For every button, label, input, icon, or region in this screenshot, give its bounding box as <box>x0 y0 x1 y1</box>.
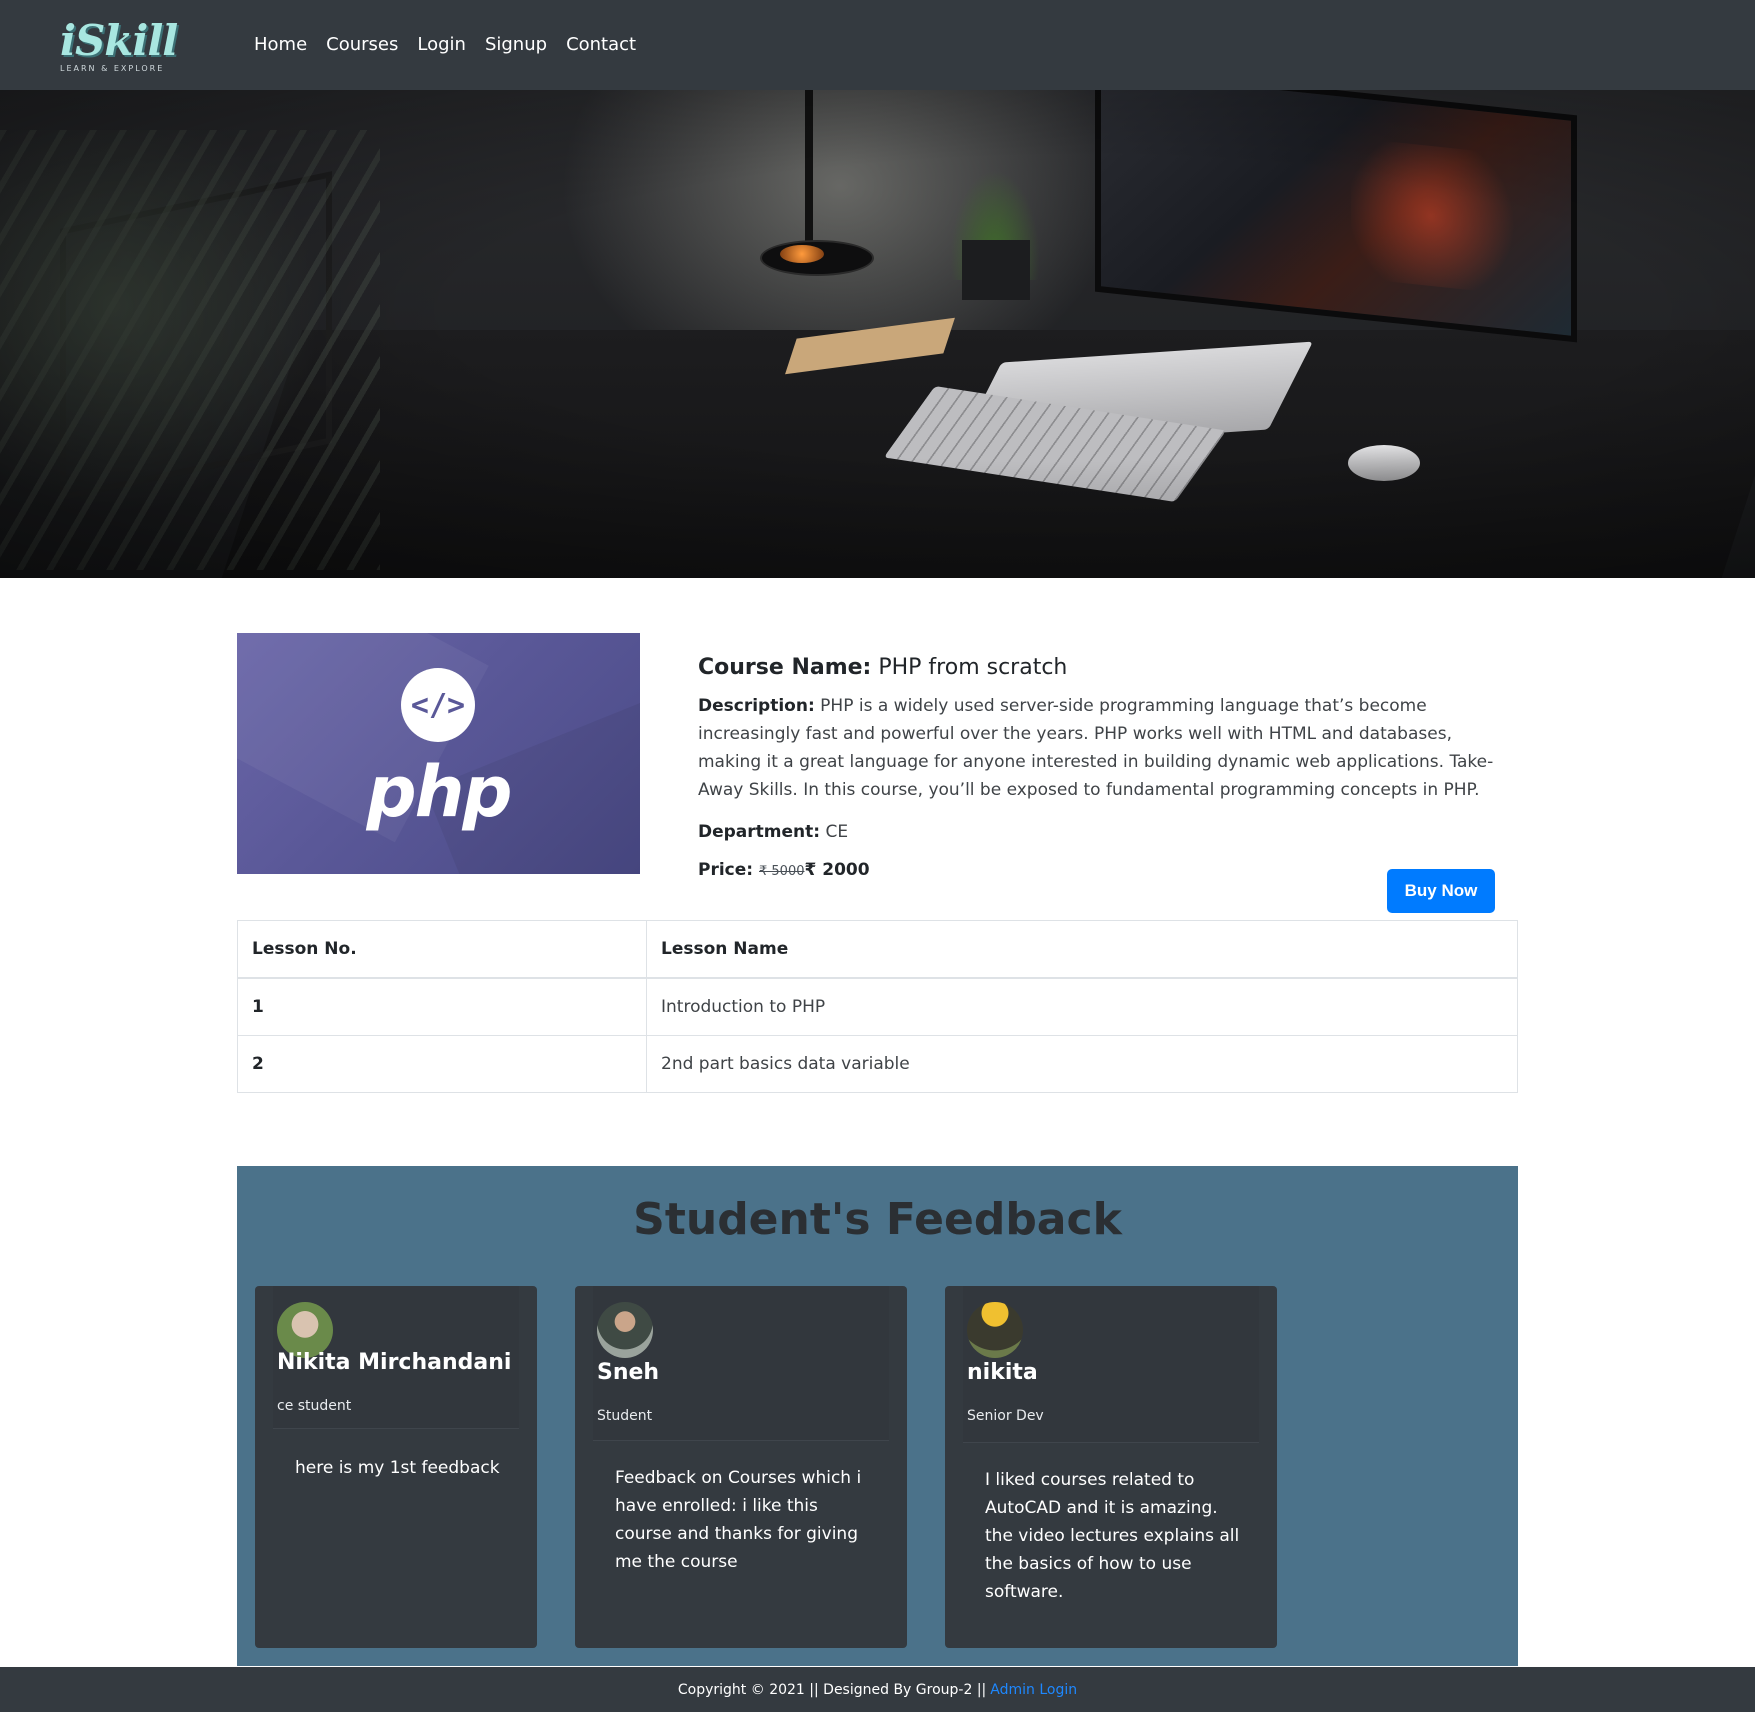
admin-login-link[interactable]: Admin Login <box>990 1682 1077 1698</box>
code-icon: </> <box>401 668 475 742</box>
course-description: Description: PHP is a widely used server… <box>698 696 1494 800</box>
brand-tagline: LEARN & EXPLORE <box>60 64 165 73</box>
lesson-no: 2 <box>237 1035 647 1093</box>
course-price: Price: ₹ 5000₹ 2000 <box>698 860 870 880</box>
nav-contact[interactable]: Contact <box>566 34 636 55</box>
feedback-text: here is my 1st feedback <box>295 1458 500 1478</box>
column-header-lesson-name: Lesson Name <box>646 920 1518 979</box>
hero-banner-image <box>0 90 1755 578</box>
course-info: Course Name: PHP from scratch Descriptio… <box>698 655 1498 880</box>
column-header-lesson-no: Lesson No. <box>237 920 647 979</box>
feedback-name: Nikita Mirchandani <box>277 1350 512 1375</box>
brand-name: iSkill <box>60 16 178 65</box>
avatar <box>967 1302 1023 1358</box>
feedback-role: ce student <box>277 1398 352 1414</box>
current-price: ₹ 2000 <box>804 860 870 880</box>
course-department: Department: CE <box>698 822 849 842</box>
feedback-title: Student's Feedback <box>633 1194 1122 1245</box>
buy-now-button[interactable]: Buy Now <box>1387 869 1495 913</box>
footer-copyright: Copyright © 2021 || Designed By Group-2 … <box>677 1681 987 1698</box>
course-title: Course Name: PHP from scratch <box>698 655 1068 680</box>
feedback-role: Senior Dev <box>967 1408 1044 1424</box>
php-logo-text: php <box>366 751 512 833</box>
lesson-name: 2nd part basics data variable <box>646 1035 1518 1093</box>
feedback-section: Student's Feedback Nikita Mirchandani ce… <box>237 1166 1518 1666</box>
table-row: 1 Introduction to PHP <box>237 977 1518 1036</box>
feedback-card: nikita Senior Dev I liked courses relate… <box>945 1286 1277 1648</box>
lesson-no: 1 <box>237 977 647 1036</box>
footer: Copyright © 2021 || Designed By Group-2 … <box>0 1667 1755 1712</box>
lesson-name: Introduction to PHP <box>646 977 1518 1036</box>
feedback-role: Student <box>597 1408 653 1424</box>
table-row: 2 2nd part basics data variable <box>237 1035 1518 1093</box>
feedback-card: Nikita Mirchandani ce student here is my… <box>255 1286 537 1648</box>
nav-home[interactable]: Home <box>254 34 307 55</box>
nav-courses[interactable]: Courses <box>326 34 398 55</box>
navbar: iSkill LEARN & EXPLORE Home Courses Logi… <box>0 0 1755 90</box>
nav-signup[interactable]: Signup <box>485 34 547 55</box>
avatar <box>597 1302 653 1358</box>
feedback-name: nikita <box>967 1360 1038 1385</box>
feedback-text: Feedback on Courses which i have enrolle… <box>615 1468 862 1572</box>
nav-login[interactable]: Login <box>417 34 466 55</box>
feedback-text: I liked courses related to AutoCAD and i… <box>985 1470 1240 1602</box>
main-nav: Home Courses Login Signup Contact <box>254 34 636 55</box>
brand-logo[interactable]: iSkill LEARN & EXPLORE <box>58 14 178 78</box>
course-thumbnail: </> php <box>237 633 640 874</box>
feedback-name: Sneh <box>597 1360 660 1385</box>
course-name: PHP from scratch <box>878 655 1068 680</box>
lesson-table: Lesson No. Lesson Name 1 Introduction to… <box>237 920 1518 1093</box>
table-header-row: Lesson No. Lesson Name <box>237 920 1518 979</box>
old-price: ₹ 5000 <box>759 864 805 879</box>
feedback-card: Sneh Student Feedback on Courses which i… <box>575 1286 907 1648</box>
